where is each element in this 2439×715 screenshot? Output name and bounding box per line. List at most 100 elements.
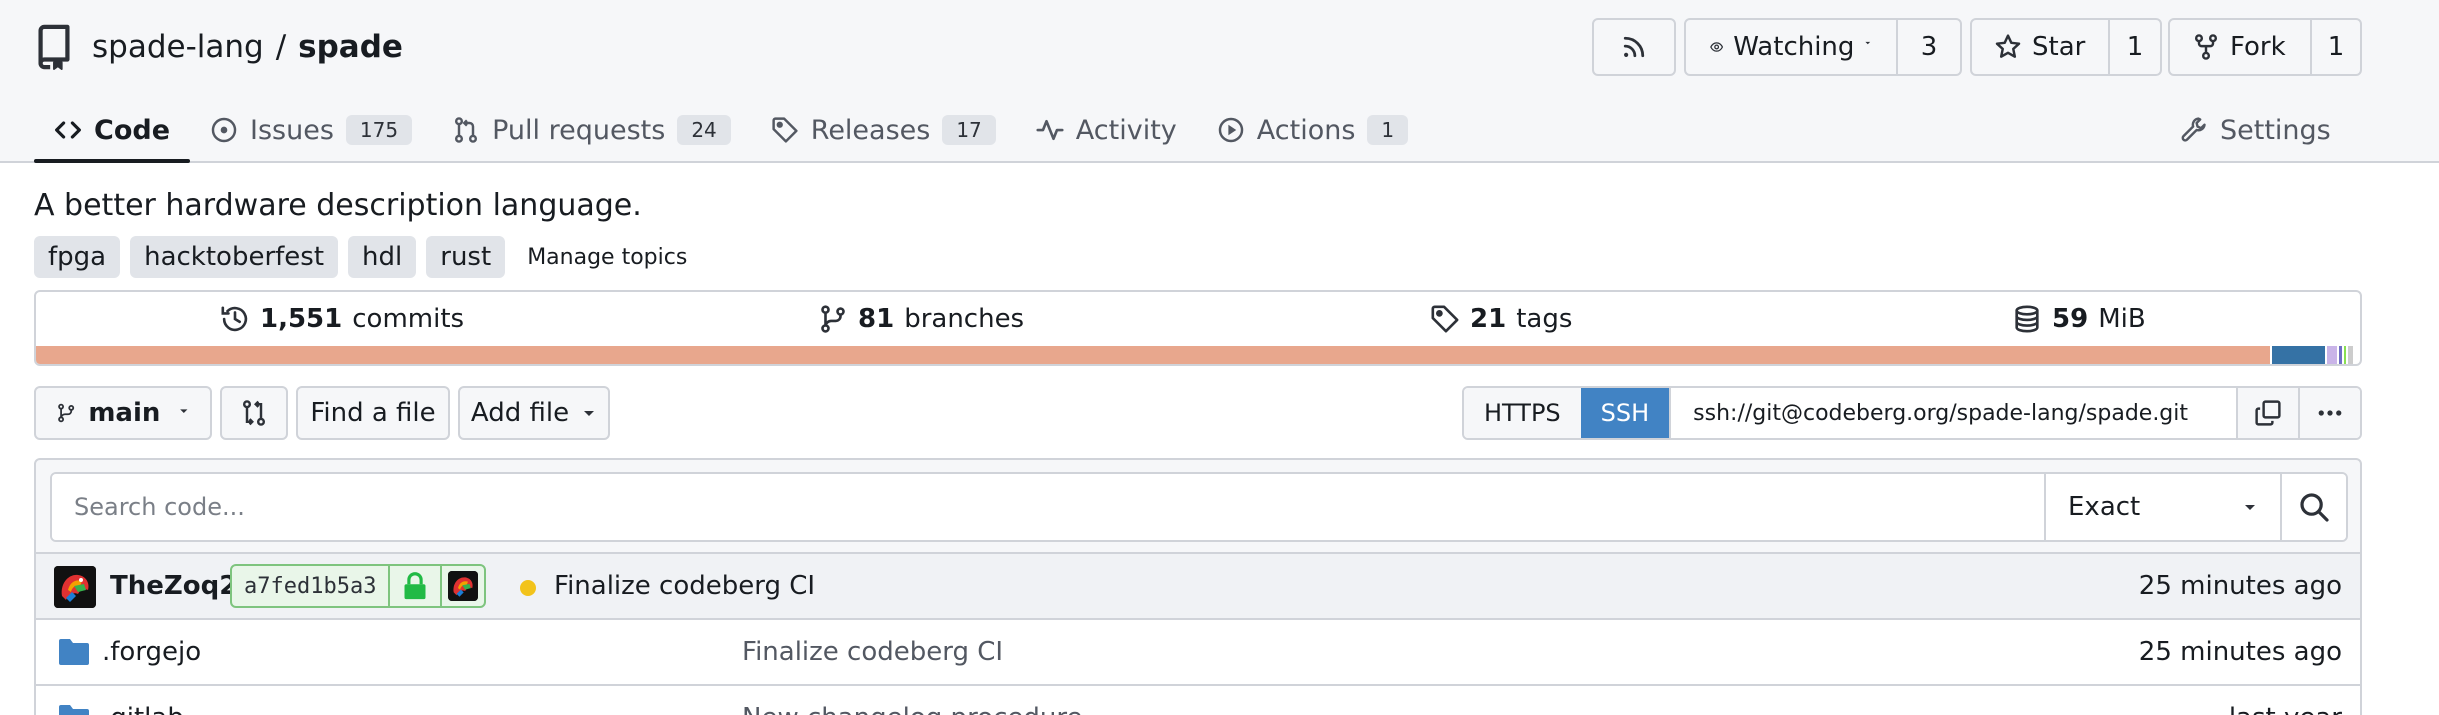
language-segment[interactable] [2348, 346, 2353, 364]
file-name-link[interactable]: .gitlab [102, 703, 184, 715]
watch-button-group: Watching 3 [1684, 18, 1962, 76]
find-file-button[interactable]: Find a file [296, 386, 450, 440]
forks-count[interactable]: 1 [2310, 20, 2360, 74]
tab-activity[interactable]: Activity [1016, 98, 1197, 162]
history-icon [220, 304, 250, 334]
rss-feed-button[interactable] [1592, 18, 1676, 76]
star-icon [1994, 33, 2022, 61]
more-options-button[interactable] [2298, 388, 2360, 438]
signature-status[interactable] [388, 566, 440, 606]
tab-code[interactable]: Code [34, 98, 191, 163]
folder-icon [58, 704, 90, 715]
https-toggle[interactable]: HTTPS [1464, 388, 1581, 438]
search-mode-dropdown[interactable]: Exact [2044, 474, 2280, 540]
database-icon [2012, 304, 2042, 334]
repo-size: 59 MiB [2012, 304, 2146, 334]
tab-count-badge: 175 [345, 115, 413, 145]
file-commit-message[interactable]: Finalize codeberg CI [742, 637, 1003, 667]
language-stats-bar[interactable] [36, 346, 2360, 364]
settings-label: Settings [2220, 114, 2331, 146]
repo-separator: / [275, 29, 287, 65]
star-button[interactable]: Star [1972, 20, 2108, 74]
watchers-count[interactable]: 3 [1896, 20, 1960, 74]
tag-icon [1430, 304, 1460, 334]
branches-link[interactable]: 81 branches [818, 304, 1024, 334]
repo-owner-link[interactable]: spade-lang [92, 29, 264, 65]
file-name-link[interactable]: .forgejo [102, 637, 201, 667]
lock-icon [402, 572, 428, 600]
branches-label: branches [904, 304, 1025, 334]
branch-icon [56, 399, 76, 427]
pulse-icon [1036, 116, 1064, 144]
pull-request-icon [452, 116, 480, 144]
commits-link[interactable]: 1,551 commits [220, 304, 464, 334]
topic-hacktoberfest[interactable]: hacktoberfest [130, 236, 339, 278]
avatar[interactable] [54, 566, 96, 608]
file-commit-message[interactable]: New changelog procedure [742, 703, 1082, 715]
topic-fpga[interactable]: fpga [34, 236, 121, 278]
chevron-down-icon [2242, 499, 2258, 515]
ssh-toggle[interactable]: SSH [1580, 388, 1670, 438]
find-file-label: Find a file [310, 398, 436, 428]
commits-count: 1,551 [260, 304, 343, 334]
commits-label: commits [352, 304, 465, 334]
file-commit-time: 25 minutes ago [2138, 637, 2342, 667]
star-button-group: Star 1 [1970, 18, 2162, 76]
search-button[interactable] [2280, 474, 2346, 540]
tab-label: Activity [1075, 114, 1177, 146]
tools-icon [2180, 116, 2208, 144]
copy-url-button[interactable] [2236, 388, 2298, 438]
commit-message[interactable]: Finalize codeberg CI [554, 571, 815, 601]
tag-icon [771, 116, 799, 144]
tab-label: Releases [810, 114, 931, 146]
ci-status-pending-icon[interactable] [520, 580, 536, 596]
chevron-down-icon [178, 405, 190, 421]
stars-count[interactable]: 1 [2108, 20, 2160, 74]
tags-link[interactable]: 21 tags [1430, 304, 1572, 334]
size-label: MiB [2098, 304, 2146, 334]
repo-stats-bar: 1,551 commits 81 branches 21 tags 59 MiB [34, 290, 2362, 366]
signer-avatar[interactable] [440, 566, 484, 606]
tab-pull-requests[interactable]: Pull requests 24 [432, 98, 751, 162]
compare-icon [240, 399, 268, 427]
compare-button[interactable] [220, 386, 288, 440]
branch-icon [818, 304, 848, 334]
clone-url-field[interactable]: ssh://git@codeberg.org/spade-lang/spade.… [1669, 388, 2236, 438]
commit-sha-link[interactable]: a7fed1b5a3 [232, 566, 388, 606]
code-icon [54, 116, 82, 144]
topic-hdl[interactable]: hdl [348, 236, 417, 278]
tags-count: 21 [1470, 304, 1507, 334]
tab-settings[interactable]: Settings [2180, 98, 2331, 162]
fork-button[interactable]: Fork [2170, 20, 2310, 74]
copy-icon [2254, 399, 2282, 427]
language-segment[interactable] [36, 346, 2272, 364]
eye-icon [1710, 33, 1724, 61]
commit-author[interactable]: TheZoq2 [110, 571, 237, 601]
kebab-horizontal-icon [2316, 399, 2344, 427]
tab-issues[interactable]: Issues 175 [190, 98, 432, 162]
topics-list: fpga hacktoberfest hdl rust Manage topic… [34, 236, 687, 278]
code-search-bar: Exact [50, 472, 2348, 542]
latest-commit-row: TheZoq2 a7fed1b5a3 Finalize codeberg CI … [36, 552, 2360, 618]
tab-actions[interactable]: Actions 1 [1197, 98, 1428, 162]
manage-topics-link[interactable]: Manage topics [527, 245, 687, 270]
branches-count: 81 [858, 304, 895, 334]
code-search-input[interactable] [52, 474, 2044, 540]
size-count: 59 [2052, 304, 2089, 334]
branch-selector[interactable]: main [34, 386, 212, 440]
repo-name-link[interactable]: spade [298, 29, 403, 65]
folder-icon [58, 638, 90, 666]
language-segment[interactable] [2327, 346, 2340, 364]
tab-releases[interactable]: Releases 17 [751, 98, 1016, 162]
language-segment[interactable] [2271, 346, 2328, 364]
topic-rust[interactable]: rust [426, 236, 506, 278]
avatar [448, 571, 479, 601]
branch-name: main [88, 398, 161, 428]
repo-tabs: Code Issues 175 Pull requests 24 Release… [34, 98, 1428, 163]
add-file-dropdown[interactable]: Add file [458, 386, 610, 440]
file-row: .forgejo Finalize codeberg CI 25 minutes… [36, 618, 2360, 684]
chevron-down-icon [1864, 39, 1872, 55]
tags-label: tags [1516, 304, 1573, 334]
watch-button[interactable]: Watching [1686, 20, 1896, 74]
search-icon [2298, 491, 2330, 523]
